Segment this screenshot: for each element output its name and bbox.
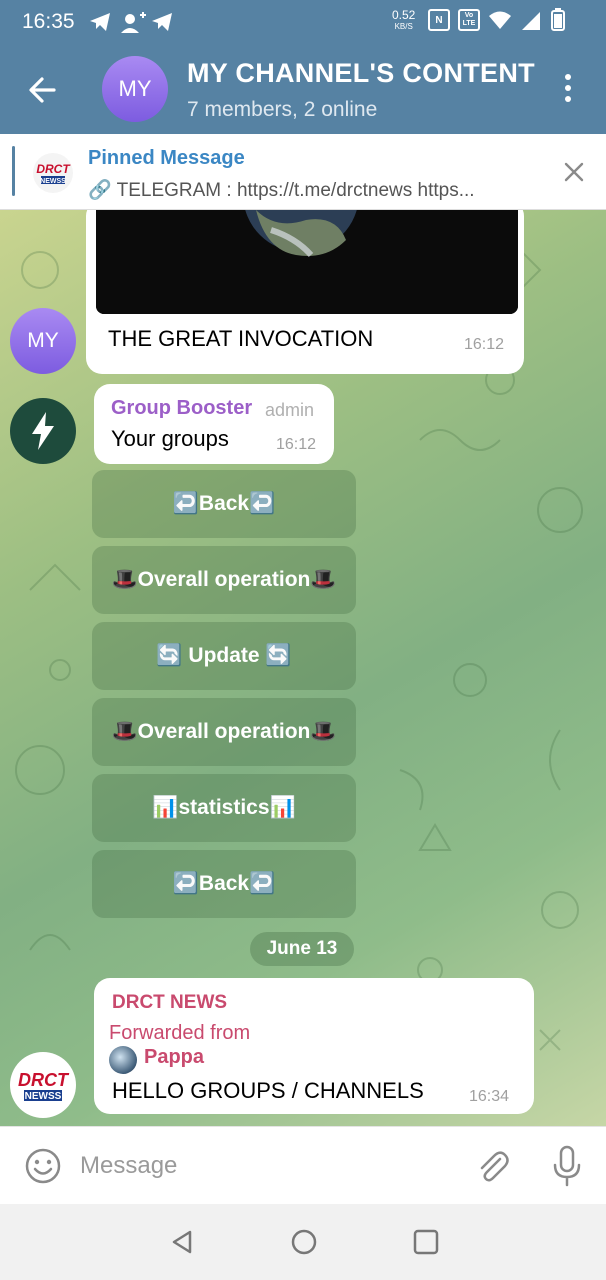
pinned-text: 🔗 TELEGRAM : https://t.me/drctnews https… — [88, 180, 475, 201]
status-bar: 16:35 0.52 KB/S N Vo LTE — [0, 0, 606, 46]
forwarded-avatar[interactable] — [109, 1046, 137, 1074]
forwarded-message-bubble[interactable]: DRCT NEWS Forwarded from Pappa HELLO GRO… — [94, 978, 534, 1114]
nav-home-icon[interactable] — [290, 1228, 318, 1256]
nfc-icon: N — [428, 9, 450, 31]
keyboard-button-statistics[interactable]: 📊statistics📊 — [92, 774, 356, 842]
logo-line2: NEWSS — [40, 178, 66, 185]
chat-messages[interactable]: THE GREAT INVOCATION 16:12 MY Group Boos… — [0, 210, 606, 1126]
chat-avatar[interactable]: MY — [102, 56, 168, 122]
message-caption: THE GREAT INVOCATION — [108, 326, 374, 351]
network-speed: 0.52 KB/S — [392, 8, 416, 32]
message-sender[interactable]: Group Booster — [111, 397, 252, 420]
keyboard-button-overall-operation[interactable]: 🎩Overall operation🎩 — [92, 698, 356, 766]
keyboard-button-overall-operation[interactable]: 🎩Overall operation🎩 — [92, 546, 356, 614]
status-notification-icons — [88, 9, 208, 43]
message-sender[interactable]: DRCT NEWS — [112, 992, 227, 1014]
message-input[interactable] — [80, 1147, 460, 1185]
message-time: 16:34 — [469, 1088, 510, 1105]
forwarded-from-name[interactable]: Pappa — [144, 1046, 204, 1069]
microphone-icon[interactable] — [550, 1145, 584, 1187]
message-photo[interactable] — [96, 210, 518, 314]
keyboard-button-back[interactable]: ↩️Back↩️ — [92, 850, 356, 918]
booster-message-bubble[interactable]: Group Booster admin Your groups 16:12 — [94, 384, 334, 464]
dot-icon — [565, 96, 571, 102]
logo-line1: DRCT — [18, 1070, 70, 1090]
drct-news-logo: DRCT NEWSS — [33, 153, 73, 193]
back-button[interactable] — [24, 70, 64, 110]
earth-image — [96, 210, 518, 314]
status-time: 16:35 — [22, 10, 75, 33]
close-icon[interactable] — [560, 158, 588, 186]
dot-icon — [565, 85, 571, 91]
netspeed-unit: KB/S — [394, 22, 413, 31]
wifi-icon — [489, 11, 511, 29]
chat-title[interactable]: MY CHANNEL'S CONTENT — [187, 58, 535, 89]
keyboard-button-back[interactable]: ↩️Back↩️ — [92, 470, 356, 538]
status-system-icons: N Vo LTE — [428, 8, 566, 32]
netspeed-value: 0.52 — [392, 8, 416, 22]
keyboard-button-update[interactable]: 🔄 Update 🔄 — [92, 622, 356, 690]
image-message-bubble[interactable]: THE GREAT INVOCATION 16:12 — [86, 210, 524, 374]
telegram-notification-icons — [90, 12, 172, 33]
more-menu-button[interactable] — [556, 74, 580, 108]
pinned-indicator — [12, 146, 15, 196]
pinned-title: Pinned Message — [88, 147, 245, 169]
system-navigation-bar — [0, 1204, 606, 1280]
group-booster-avatar[interactable] — [10, 398, 76, 464]
forwarded-from-label: Forwarded from — [109, 1022, 251, 1044]
logo-line2: NEWSS — [25, 1091, 62, 1102]
dot-icon — [565, 74, 571, 80]
message-time: 16:12 — [464, 336, 505, 353]
nav-recents-icon[interactable] — [412, 1228, 440, 1256]
signal-icon — [522, 12, 540, 30]
chat-header: MY MY CHANNEL'S CONTENT 7 members, 2 onl… — [0, 46, 606, 134]
message-time: 16:12 — [276, 436, 317, 453]
chat-subtitle: 7 members, 2 online — [187, 98, 378, 121]
date-separator: June 13 — [250, 932, 354, 966]
volte-icon: Vo LTE — [458, 9, 480, 31]
message-text: HELLO GROUPS / CHANNELS — [112, 1078, 424, 1103]
logo-line1: DRCT — [36, 162, 71, 176]
pinned-message[interactable]: DRCT NEWSS Pinned Message 🔗 TELEGRAM : h… — [0, 134, 606, 210]
battery-icon — [551, 8, 565, 31]
message-composer — [0, 1126, 606, 1204]
nav-back-icon[interactable] — [168, 1228, 196, 1256]
paperclip-icon[interactable] — [474, 1147, 512, 1185]
admin-badge: admin — [265, 400, 315, 420]
arrow-left-icon — [29, 77, 56, 103]
emoji-icon[interactable] — [24, 1147, 62, 1185]
sender-avatar[interactable]: MY — [10, 308, 76, 374]
message-text: Your groups — [111, 426, 229, 451]
lightning-icon — [32, 412, 54, 450]
drct-news-avatar[interactable]: DRCT NEWSS — [10, 1052, 76, 1118]
